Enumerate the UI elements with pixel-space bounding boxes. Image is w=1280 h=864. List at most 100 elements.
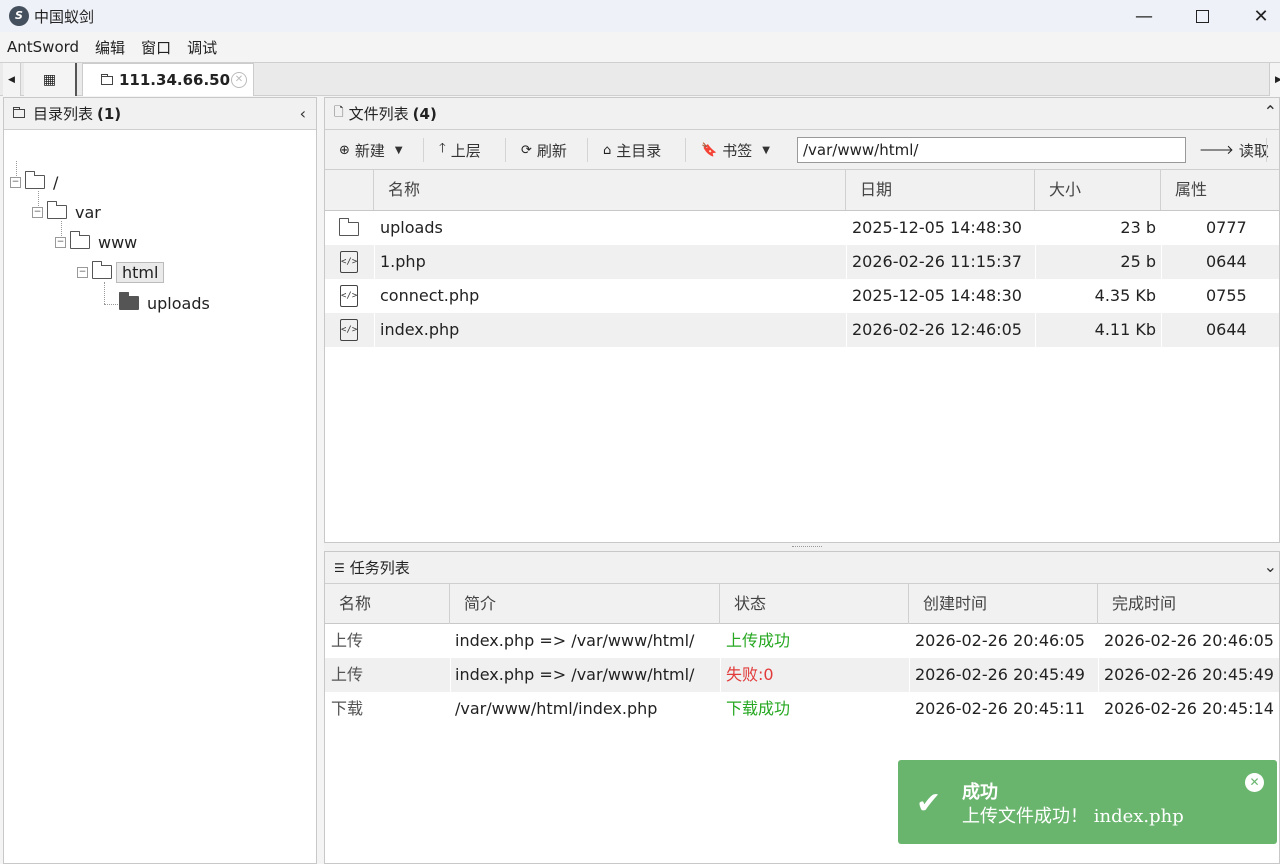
- column-header-status[interactable]: 状态: [720, 584, 909, 624]
- file-row[interactable]: </> connect.php 2025-12-05 14:48:30 4.35…: [325, 279, 1279, 313]
- file-size: 4.35 Kb: [1094, 286, 1156, 305]
- toast-close-button[interactable]: ✕: [1245, 773, 1264, 792]
- toast-message: 上传文件成功！ index.php: [962, 806, 1184, 827]
- file-count: (4): [412, 104, 437, 123]
- file-grid-body: uploads 2025-12-05 14:48:30 23 b 0777 </…: [325, 211, 1279, 347]
- task-row[interactable]: 下载 /var/www/html/index.php 下载成功 2026-02-…: [325, 692, 1279, 726]
- tree-collapse-toggle[interactable]: −: [77, 266, 88, 278]
- tree-connector: [104, 282, 105, 304]
- toolbar-separator: [1266, 138, 1267, 162]
- task-status: 下载成功: [726, 699, 791, 718]
- tab-scroll-left-button[interactable]: ◀: [3, 63, 21, 96]
- tab-scroll-right-button[interactable]: ▶: [1269, 63, 1280, 96]
- file-name: 1.php: [380, 252, 426, 271]
- toolbar-separator: [423, 138, 424, 162]
- tab-host[interactable]: 111.34.66.50 ✕: [82, 63, 254, 96]
- toast-title: 成功: [962, 782, 998, 803]
- tree-node-html[interactable]: − html: [77, 260, 165, 284]
- panel-splitter[interactable]: [324, 543, 1280, 551]
- task-created: 2026-02-26 20:45:49: [915, 665, 1085, 684]
- file-attr: 0755: [1206, 286, 1247, 305]
- file-row[interactable]: uploads 2025-12-05 14:48:30 23 b 0777: [325, 211, 1279, 245]
- task-summary: index.php => /var/www/html/: [455, 631, 695, 650]
- minimize-button[interactable]: —: [1115, 0, 1173, 32]
- arrow-right-icon: 🡒: [1199, 143, 1234, 158]
- tree-collapse-toggle[interactable]: −: [32, 206, 43, 218]
- file-grid-header: 名称 日期 大小 属性: [325, 170, 1279, 211]
- folder-icon: [70, 231, 90, 249]
- list-icon: ☰: [334, 560, 345, 575]
- menu-edit[interactable]: 编辑: [95, 37, 125, 58]
- task-status: 失败:0: [726, 665, 774, 684]
- row-separator: [720, 658, 721, 692]
- tree-collapse-toggle[interactable]: −: [10, 176, 21, 188]
- collapse-panel-button[interactable]: ‹: [300, 104, 306, 123]
- column-header-task-name[interactable]: 名称: [325, 584, 450, 624]
- bookmark-button[interactable]: 🔖 书签 ▼: [701, 130, 770, 170]
- refresh-label: 刷新: [536, 141, 567, 160]
- collapse-up-button[interactable]: ⌃: [1264, 102, 1277, 121]
- file-name: uploads: [380, 218, 443, 237]
- task-list-title: 任务列表: [349, 559, 410, 577]
- menu-debug[interactable]: 调试: [187, 37, 217, 58]
- file-attr: 0777: [1206, 218, 1247, 237]
- maximize-button[interactable]: [1173, 0, 1231, 32]
- file-date: 2025-12-05 14:48:30: [852, 218, 1022, 237]
- read-button[interactable]: 🡒 读取: [1199, 130, 1269, 170]
- tab-bar: ◀ ▦ 111.34.66.50 ✕ ▶: [0, 62, 1280, 96]
- refresh-icon: ⟳: [521, 142, 532, 158]
- up-label: 上层: [450, 141, 481, 160]
- row-separator: [1161, 245, 1162, 279]
- task-row[interactable]: 上传 index.php => /var/www/html/ 失败:0 2026…: [325, 658, 1279, 692]
- row-separator: [1161, 313, 1162, 347]
- row-separator: [374, 313, 375, 347]
- column-header-name[interactable]: 名称: [374, 170, 846, 210]
- column-header-attr[interactable]: 属性: [1161, 170, 1280, 210]
- task-row[interactable]: 上传 index.php => /var/www/html/ 上传成功 2026…: [325, 624, 1279, 658]
- row-separator: [909, 658, 910, 692]
- column-header-date[interactable]: 日期: [846, 170, 1035, 210]
- task-list-header: ☰ 任务列表 ⌄: [325, 552, 1279, 584]
- task-status: 上传成功: [726, 631, 791, 650]
- file-row[interactable]: </> 1.php 2026-02-26 11:15:37 25 b 0644: [325, 245, 1279, 279]
- tree-node-www[interactable]: − www: [55, 230, 137, 254]
- up-button[interactable]: 🡑 上层: [439, 130, 481, 170]
- menu-antsword[interactable]: AntSword: [7, 38, 79, 56]
- row-separator: [450, 658, 451, 692]
- task-summary: index.php => /var/www/html/: [455, 665, 695, 684]
- icon-column-header: [325, 170, 374, 210]
- close-window-button[interactable]: ✕: [1232, 0, 1280, 32]
- tab-close-button[interactable]: ✕: [231, 72, 247, 88]
- column-header-created[interactable]: 创建时间: [909, 584, 1098, 624]
- menu-window[interactable]: 窗口: [141, 37, 171, 58]
- file-date: 2026-02-26 11:15:37: [852, 252, 1022, 271]
- file-size: 25 b: [1120, 252, 1156, 271]
- collapse-down-button[interactable]: ⌄: [1264, 557, 1277, 576]
- column-header-finished[interactable]: 完成时间: [1098, 584, 1280, 624]
- app-logo-icon: S: [9, 6, 29, 26]
- folder-icon: [101, 73, 113, 85]
- tree-collapse-toggle[interactable]: −: [55, 236, 66, 248]
- home-button[interactable]: ⌂ 主目录: [603, 130, 661, 170]
- file-row[interactable]: </> index.php 2026-02-26 12:46:05 4.11 K…: [325, 313, 1279, 347]
- column-header-summary[interactable]: 简介: [450, 584, 720, 624]
- column-header-size[interactable]: 大小: [1035, 170, 1161, 210]
- path-input[interactable]: [797, 137, 1186, 163]
- tree-node-root[interactable]: − /: [10, 170, 58, 194]
- file-size: 23 b: [1120, 218, 1156, 237]
- file-date: 2025-12-05 14:48:30: [852, 286, 1022, 305]
- new-button[interactable]: ⊕ 新建 ▼: [339, 130, 403, 170]
- file-toolbar: ⊕ 新建 ▼ 🡑 上层 ⟳ 刷新 ⌂ 主目录 🔖 书签 ▼ 🡒 读取: [325, 130, 1279, 170]
- refresh-button[interactable]: ⟳ 刷新: [521, 130, 567, 170]
- task-name: 上传: [331, 631, 364, 650]
- tree-node-label: var: [75, 202, 101, 222]
- task-finished: 2026-02-26 20:45:14: [1104, 699, 1274, 718]
- tree-node-var[interactable]: − var: [32, 200, 101, 224]
- toolbar-separator: [587, 138, 588, 162]
- php-file-icon: </>: [340, 251, 358, 273]
- tree-node-label: uploads: [147, 293, 210, 313]
- task-created: 2026-02-26 20:45:11: [915, 699, 1085, 718]
- tree-node-uploads[interactable]: uploads: [119, 291, 210, 315]
- title-bar: S 中国蚁剑 — ✕: [0, 0, 1280, 32]
- tab-home-grid[interactable]: ▦: [24, 63, 77, 96]
